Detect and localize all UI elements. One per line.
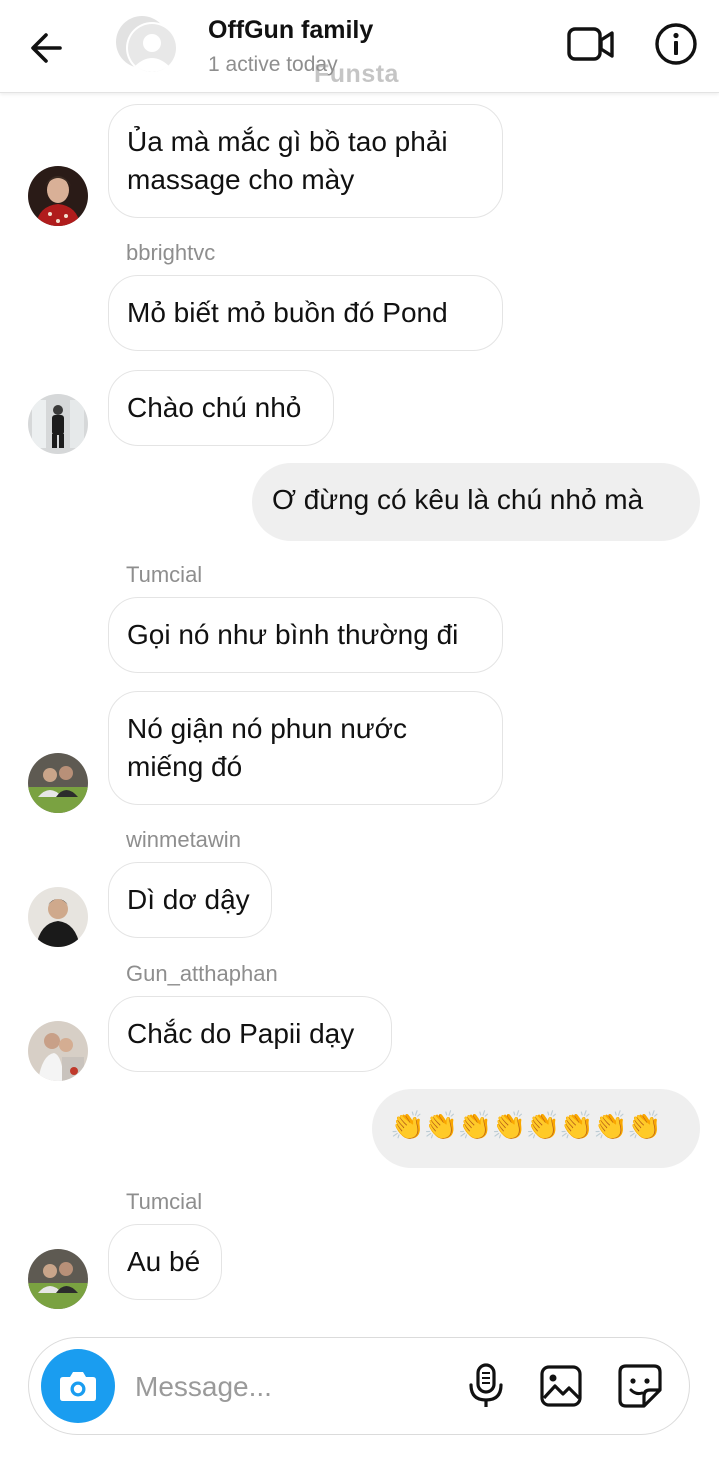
image-icon[interactable] [539, 1364, 583, 1408]
avatar-participant-5[interactable] [28, 1021, 88, 1081]
camera-button[interactable] [41, 1349, 115, 1423]
back-arrow-icon[interactable] [26, 28, 66, 68]
sender-name: bbrightvc [126, 240, 216, 265]
sender-name: winmetawin [126, 827, 241, 852]
message-bubble[interactable]: Ủa mà mắc gì bồ tao phải massage cho mày [108, 104, 503, 218]
message-bubble[interactable]: Mỏ biết mỏ buồn đó Pond [108, 275, 503, 351]
avatar-participant-1[interactable] [28, 166, 88, 226]
info-icon[interactable] [654, 22, 698, 66]
outgoing-message-bubble[interactable]: Ơ đừng có kêu là chú nhỏ mà [252, 463, 700, 541]
sender-name: Tumcial [126, 1189, 203, 1214]
video-call-icon[interactable] [566, 24, 616, 66]
message-composer [28, 1337, 690, 1435]
watermark-text: Funsta [314, 60, 399, 88]
message-bubble[interactable]: Au bé [108, 1224, 222, 1300]
message-bubble[interactable]: Gọi nó như bình thường đi [108, 597, 503, 673]
outgoing-message-bubble[interactable]: 👏👏👏👏👏👏👏👏 [372, 1089, 700, 1168]
microphone-icon[interactable] [465, 1362, 507, 1410]
message-input[interactable] [133, 1364, 457, 1410]
chat-title[interactable]: OffGun family [208, 16, 373, 45]
message-bubble[interactable]: Nó giận nó phun nước miếng đó [108, 691, 503, 805]
sticker-icon[interactable] [616, 1362, 664, 1410]
avatar-participant-2[interactable] [28, 394, 88, 454]
message-bubble[interactable]: Chào chú nhỏ [108, 370, 334, 446]
avatar-participant-3[interactable] [28, 753, 88, 813]
group-avatar[interactable] [114, 14, 180, 76]
avatar-participant-4[interactable] [28, 887, 88, 947]
chat-header: OffGun family 1 active today Funsta [0, 0, 719, 93]
message-bubble[interactable]: Chắc do Papii dạy [108, 996, 392, 1072]
message-bubble[interactable]: Dì dơ dậy [108, 862, 272, 938]
camera-icon [60, 1372, 96, 1401]
avatar-participant-3b[interactable] [28, 1249, 88, 1309]
sender-name: Gun_atthaphan [126, 961, 278, 986]
sender-name: Tumcial [126, 562, 203, 587]
